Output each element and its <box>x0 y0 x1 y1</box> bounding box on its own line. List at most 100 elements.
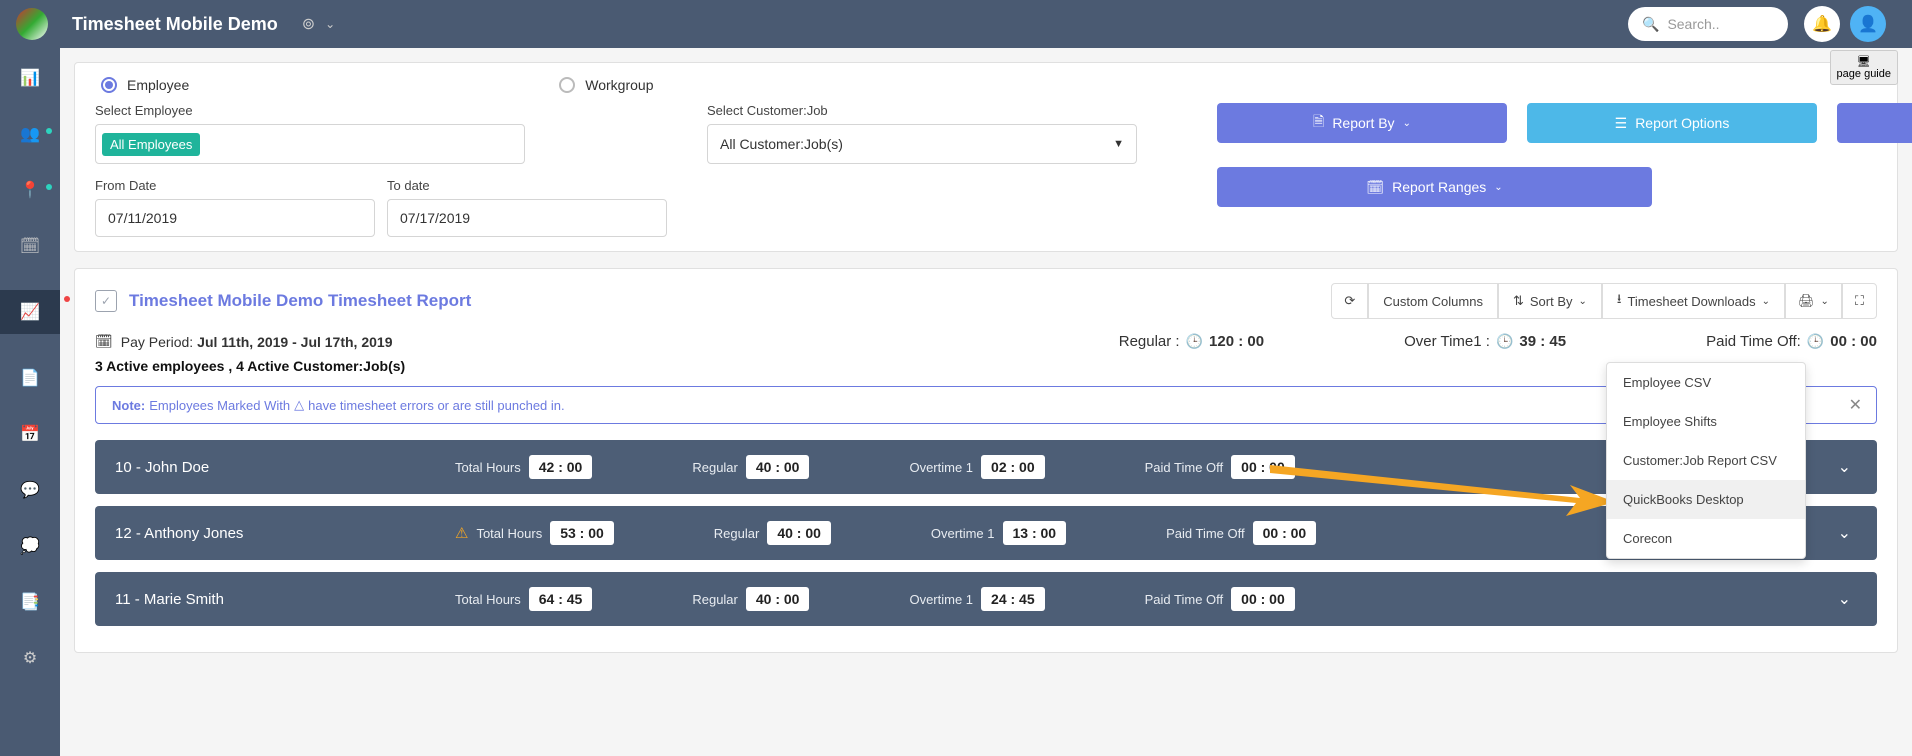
user-icon: 👤 <box>1858 14 1878 34</box>
sidebar-schedule-icon[interactable]: 🗓 <box>18 234 42 258</box>
report-title: Timesheet Mobile Demo Timesheet Report <box>129 291 471 311</box>
sidebar-settings-icon[interactable]: ⚙ <box>18 646 42 670</box>
regular-hours-value: 40 : 00 <box>746 455 810 479</box>
print-button[interactable]: 🖨⌄ <box>1785 283 1842 319</box>
regular-hours-value: 40 : 00 <box>746 587 810 611</box>
search-icon: 🔍 <box>1642 16 1659 33</box>
add-time-button[interactable]: ＋ Add Time ⌄ <box>1837 103 1912 143</box>
sidebar-users-icon[interactable]: 👥 <box>18 122 42 146</box>
workgroup-radio[interactable]: Workgroup <box>559 77 653 93</box>
user-menu-button[interactable]: 👤 <box>1850 6 1886 42</box>
sidebar-document-icon[interactable]: 📄 <box>18 366 42 390</box>
bell-icon: 🔔 <box>1812 14 1832 34</box>
total-hours-value: 64 : 45 <box>529 587 593 611</box>
radio-checked-icon <box>101 77 117 93</box>
employee-name: 12 - Anthony Jones <box>115 525 455 542</box>
note-close-button[interactable]: ✕ <box>1849 395 1862 415</box>
sidebar-reports-icon[interactable]: 📈 <box>0 290 60 334</box>
top-bar: Timesheet Mobile Demo ⊚ ⌄ 🔍 Search.. 🔔 👤 <box>0 0 1912 48</box>
filter-panel: Employee Workgroup Select Employee All E… <box>74 62 1898 252</box>
warning-triangle-icon: ⚠ <box>455 524 468 542</box>
search-placeholder: Search.. <box>1667 16 1719 32</box>
from-date-input[interactable]: 07/11/2019 <box>95 199 375 237</box>
brand-title: Timesheet Mobile Demo <box>72 14 278 35</box>
clock-icon: 🕒 <box>1496 333 1513 350</box>
download-option[interactable]: Employee Shifts <box>1607 402 1805 441</box>
overtime-hours-value: 13 : 00 <box>1003 521 1067 545</box>
to-date-input[interactable]: 07/17/2019 <box>387 199 667 237</box>
total-hours-value: 53 : 00 <box>550 521 614 545</box>
chevron-down-icon[interactable]: ⌄ <box>1838 589 1851 609</box>
sidebar-location-icon[interactable]: 📍 <box>18 178 42 202</box>
download-option[interactable]: Employee CSV <box>1607 363 1805 402</box>
overtime-hours-value: 02 : 00 <box>981 455 1045 479</box>
employee-row[interactable]: 11 - Marie Smith Total Hours64 : 45 Regu… <box>95 572 1877 626</box>
notifications-button[interactable]: 🔔 <box>1804 6 1840 42</box>
download-option[interactable]: QuickBooks Desktop <box>1607 480 1805 519</box>
pto-hours-value: 00 : 00 <box>1231 455 1295 479</box>
report-options-button[interactable]: ☰ Report Options <box>1527 103 1817 143</box>
overtime-hours-value: 24 : 45 <box>981 587 1045 611</box>
clock-icon: 🕒 <box>1186 333 1203 350</box>
sidebar-calendar-icon[interactable]: 📅 <box>18 422 42 446</box>
radio-unchecked-icon <box>559 77 575 93</box>
refresh-icon: ⟳ <box>1344 293 1355 309</box>
caret-down-icon: ▼ <box>1113 138 1124 150</box>
warning-triangle-icon: △ <box>294 397 304 413</box>
report-doc-icon: ✓ <box>95 290 117 312</box>
chevron-down-icon: ⌄ <box>1579 296 1587 307</box>
download-icon: ⭳ <box>1617 290 1622 312</box>
employee-radio[interactable]: Employee <box>101 77 189 93</box>
laptop-icon: 🖥 <box>1837 55 1891 68</box>
chevron-down-icon[interactable]: ⌄ <box>1838 457 1851 477</box>
sidebar-message-icon[interactable]: 💭 <box>18 534 42 558</box>
pto-hours-value: 00 : 00 <box>1253 521 1317 545</box>
custom-columns-button[interactable]: Custom Columns <box>1368 283 1498 319</box>
chevron-down-icon: ⌄ <box>1762 296 1770 307</box>
pto-hours-value: 00 : 00 <box>1231 587 1295 611</box>
chevron-down-icon[interactable]: ⌄ <box>1838 523 1851 543</box>
download-option[interactable]: Customer:Job Report CSV <box>1607 441 1805 480</box>
logo-icon <box>16 8 48 40</box>
sidebar-monitor-icon[interactable]: 📊 <box>18 66 42 90</box>
timesheet-downloads-button[interactable]: ⭳Timesheet Downloads⌄ <box>1602 283 1785 319</box>
select-customer-label: Select Customer:Job <box>707 103 1137 118</box>
document-icon: 🗎 <box>1313 111 1324 135</box>
report-toolbar: ⟳ Custom Columns ⇅Sort By⌄ ⭳Timesheet Do… <box>1331 283 1877 319</box>
calendar-icon: 🗓 <box>1366 179 1384 196</box>
sidebar-chat-icon[interactable]: 💬 <box>18 478 42 502</box>
select-employee-label: Select Employee <box>95 103 667 118</box>
sidebar-page-icon[interactable]: 📑 <box>18 590 42 614</box>
download-option[interactable]: Corecon <box>1607 519 1805 558</box>
page-guide-badge[interactable]: 🖥 page guide <box>1830 50 1898 85</box>
refresh-button[interactable]: ⟳ <box>1331 283 1368 319</box>
regular-hours-value: 40 : 00 <box>767 521 831 545</box>
employee-name: 11 - Marie Smith <box>115 591 455 608</box>
calendar-icon: 🗓 <box>95 333 113 350</box>
expand-button[interactable]: ⛶ <box>1842 283 1877 319</box>
report-ranges-button[interactable]: 🗓 Report Ranges ⌄ <box>1217 167 1652 207</box>
currency-dropdown-chevron-icon[interactable]: ⌄ <box>325 17 335 31</box>
currency-icon[interactable]: ⊚ <box>302 14 315 34</box>
employee-name: 10 - John Doe <box>115 459 455 476</box>
total-hours-value: 42 : 00 <box>529 455 593 479</box>
sort-icon: ⇅ <box>1513 293 1524 309</box>
sidebar: 📊 👥 📍 🗓 📈 📄 📅 💬 💭 📑 ⚙ <box>0 48 60 756</box>
employee-tag[interactable]: All Employees <box>102 133 200 156</box>
timesheet-downloads-menu: Employee CSVEmployee ShiftsCustomer:Job … <box>1606 362 1806 559</box>
expand-icon: ⛶ <box>1855 293 1864 309</box>
select-employee-input[interactable]: All Employees <box>95 124 525 164</box>
clock-icon: 🕒 <box>1807 333 1824 350</box>
select-customer-dropdown[interactable]: All Customer:Job(s) ▼ <box>707 124 1137 164</box>
from-date-label: From Date <box>95 178 375 193</box>
report-by-button[interactable]: 🗎 Report By ⌄ <box>1217 103 1507 143</box>
chevron-down-icon: ⌄ <box>1494 182 1502 193</box>
search-input[interactable]: 🔍 Search.. <box>1628 7 1788 41</box>
sort-by-button[interactable]: ⇅Sort By⌄ <box>1498 283 1602 319</box>
summary-row: 🗓 Pay Period: Jul 11th, 2019 - Jul 17th,… <box>95 333 1877 350</box>
printer-icon: 🖨 <box>1798 293 1815 309</box>
to-date-label: To date <box>387 178 667 193</box>
chevron-down-icon: ⌄ <box>1821 296 1829 307</box>
chevron-down-icon: ⌄ <box>1403 118 1411 129</box>
list-icon: ☰ <box>1615 115 1628 132</box>
